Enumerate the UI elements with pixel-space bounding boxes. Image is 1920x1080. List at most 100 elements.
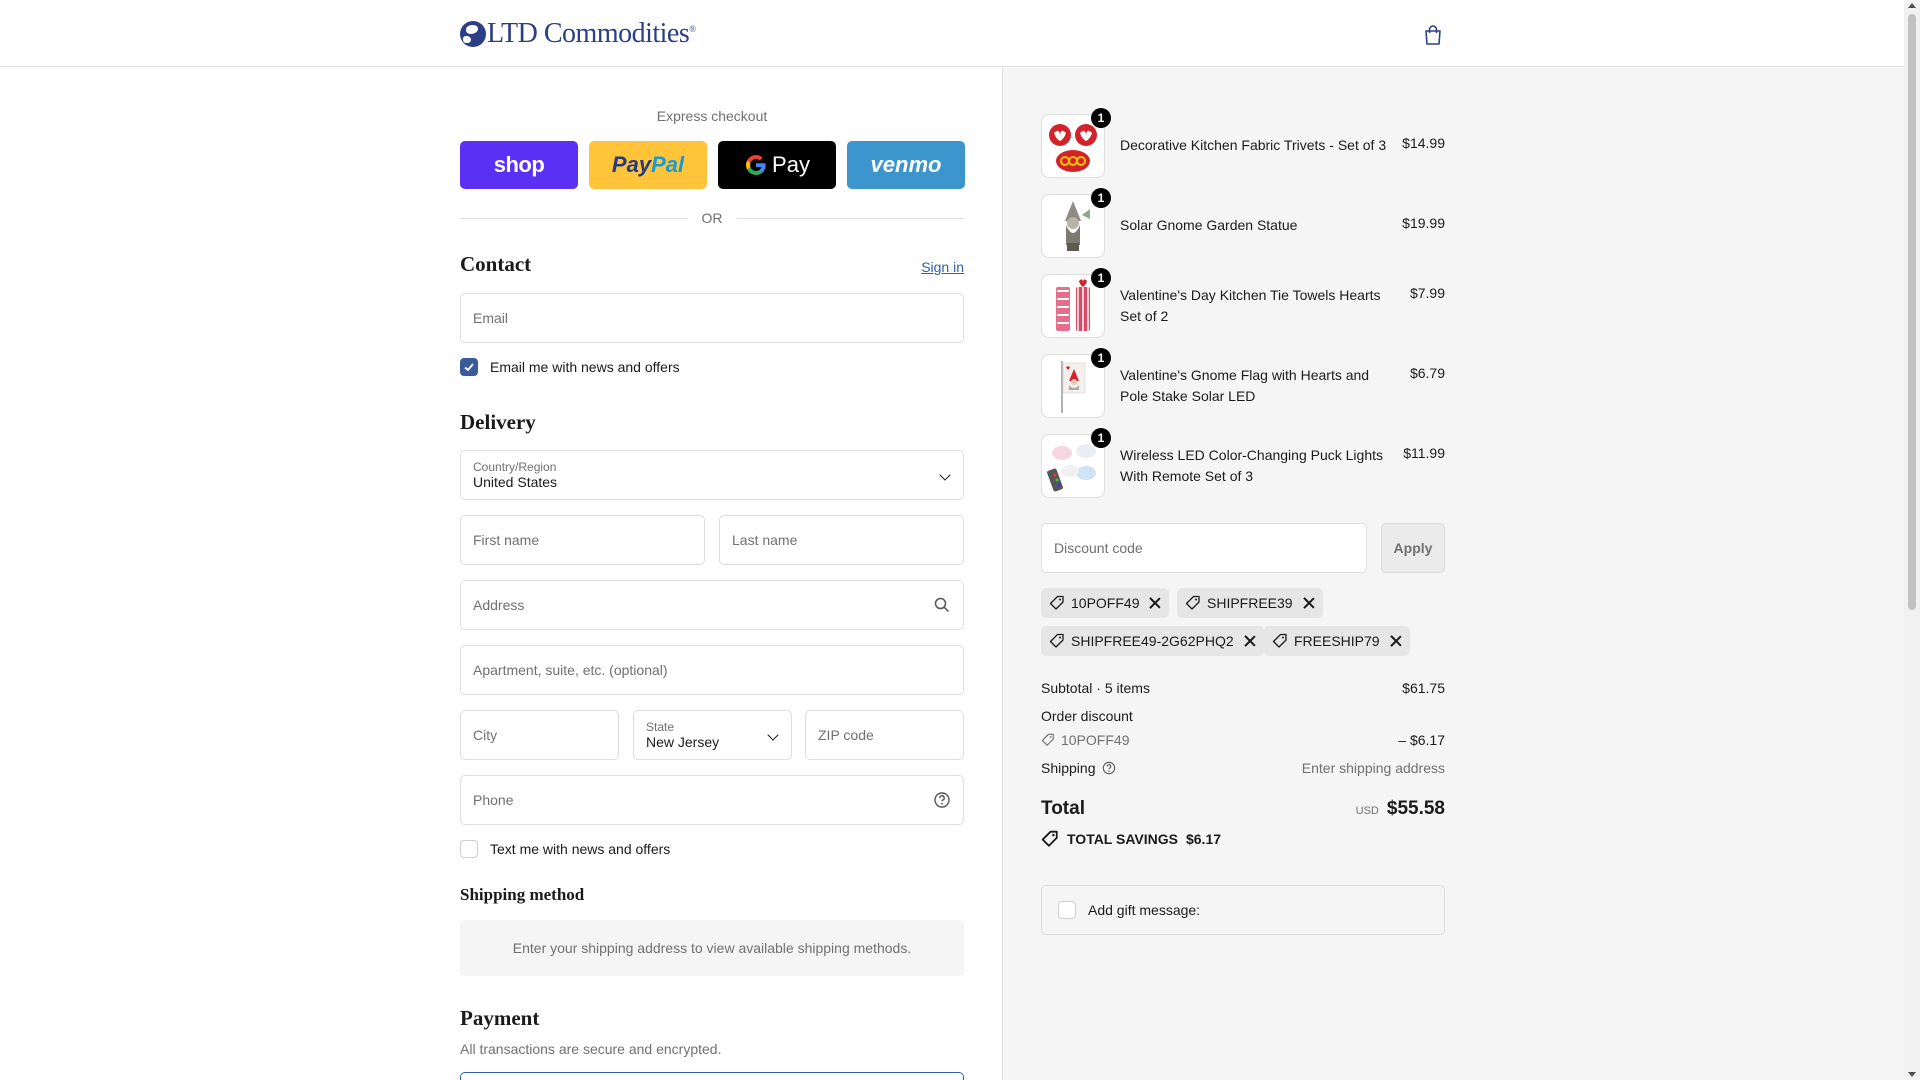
page-scrollbar[interactable] — [1904, 0, 1920, 1080]
text-news-checkbox[interactable] — [460, 840, 478, 858]
brand-logo[interactable]: LTD Commodities ® — [460, 18, 696, 50]
city-field[interactable]: City — [460, 710, 619, 760]
apartment-field[interactable]: Apartment, suite, etc. (optional) — [460, 645, 964, 695]
shopping-bag-icon[interactable] — [1422, 24, 1444, 46]
venmo-button[interactable]: venmo — [847, 141, 965, 189]
contact-title: Contact — [460, 252, 532, 276]
remove-discount-icon[interactable] — [1390, 635, 1402, 647]
state-label: State — [646, 720, 675, 734]
subtotal-label: Subtotal · 5 items — [1041, 680, 1150, 696]
discount-code-label: 10POFF49 — [1071, 595, 1140, 611]
subtotal-row: Subtotal · 5 items $61.75 — [1041, 680, 1445, 696]
divider-line — [736, 217, 964, 219]
tag-icon — [1185, 595, 1200, 610]
email-news-label: Email me with news and offers — [490, 359, 680, 375]
tag-icon — [1041, 830, 1058, 847]
product-thumbnail: 1 — [1041, 428, 1111, 498]
paypal-button[interactable]: Pay Pal — [589, 141, 707, 189]
item-price: $19.99 — [1402, 215, 1445, 231]
state-select[interactable]: State New Jersey — [633, 710, 792, 760]
discount-chip: 10POFF49 — [1041, 588, 1170, 618]
savings-label: TOTAL SAVINGS — [1067, 831, 1178, 847]
order-discount-label: Order discount — [1041, 708, 1133, 724]
last-name-field[interactable]: Last name — [719, 515, 964, 565]
remove-discount-icon[interactable] — [1303, 597, 1315, 609]
phone-placeholder: Phone — [473, 792, 514, 808]
checkmark-icon — [464, 363, 474, 372]
divider-line — [460, 217, 688, 219]
item-name: Valentine's Day Kitchen Tie Towels Heart… — [1120, 287, 1381, 324]
item-name: Decorative Kitchen Fabric Trivets - Set … — [1120, 137, 1387, 153]
address-placeholder: Address — [473, 597, 525, 613]
globe-icon — [460, 21, 486, 47]
quantity-badge: 1 — [1091, 428, 1111, 448]
payment-title: Payment — [460, 1006, 540, 1030]
shipping-label: Shipping — [1041, 760, 1096, 776]
total-row: Total USD $55.58 — [1041, 798, 1445, 824]
gift-message-checkbox[interactable] — [1058, 901, 1076, 919]
order-discount-row: Order discount — [1041, 708, 1445, 724]
discount-chip: SHIPFREE39 — [1177, 588, 1323, 618]
quantity-badge: 1 — [1091, 348, 1111, 368]
total-amount: USD $55.58 — [1356, 798, 1445, 820]
discount-code-label: SHIPFREE49-2G62PHQ2 — [1071, 633, 1234, 649]
payment-method-box[interactable] — [460, 1072, 964, 1080]
remove-discount-icon[interactable] — [1244, 635, 1256, 647]
state-value: New Jersey — [646, 734, 720, 750]
total-value: $55.58 — [1386, 798, 1445, 819]
phone-field[interactable]: Phone — [460, 775, 964, 825]
applied-discount-row: 10POFF49 – $6.17 — [1041, 732, 1445, 748]
quantity-badge: 1 — [1091, 108, 1111, 128]
apply-discount-button[interactable]: Apply — [1381, 523, 1445, 573]
scroll-down-arrow-icon[interactable] — [1908, 1072, 1916, 1077]
scroll-up-arrow-icon[interactable] — [1908, 3, 1916, 8]
remove-discount-icon[interactable] — [1149, 597, 1161, 609]
item-name: Wireless LED Color-Changing Puck Lights … — [1120, 447, 1383, 484]
site-header: LTD Commodities ® — [0, 0, 1904, 67]
applied-discount-code: 10POFF49 — [1061, 732, 1130, 748]
email-news-option[interactable]: Email me with news and offers — [460, 358, 680, 376]
gift-message-label: Add gift message: — [1088, 902, 1201, 918]
country-value: United States — [473, 474, 558, 490]
country-select[interactable]: Country/Region United States — [460, 450, 964, 500]
product-thumbnail: 1 — [1041, 268, 1111, 338]
item-name: Valentine's Gnome Flag with Hearts and P… — [1120, 367, 1370, 404]
sign-in-link[interactable]: Sign in — [921, 259, 964, 275]
text-news-option[interactable]: Text me with news and offers — [460, 840, 670, 858]
shipping-method-title: Shipping method — [460, 885, 585, 904]
email-field[interactable]: Email — [460, 293, 964, 343]
scrollbar-thumb[interactable] — [1908, 14, 1916, 610]
discount-code-label: FREESHIP79 — [1294, 633, 1380, 649]
tag-icon — [1049, 633, 1064, 648]
discount-chip: FREESHIP79 — [1264, 626, 1410, 656]
help-icon[interactable] — [933, 791, 951, 809]
first-name-field[interactable]: First name — [460, 515, 705, 565]
product-thumbnail: 1 — [1041, 348, 1111, 418]
express-checkout-title: Express checkout — [656, 108, 768, 124]
email-news-checkbox[interactable] — [460, 358, 478, 376]
chevron-down-icon — [939, 469, 951, 481]
country-label: Country/Region — [473, 460, 557, 474]
gift-message-option[interactable]: Add gift message: — [1041, 885, 1445, 935]
delivery-title: Delivery — [460, 410, 536, 434]
registered-mark: ® — [689, 24, 696, 34]
total-savings: TOTAL SAVINGS $6.17 — [1041, 830, 1221, 848]
google-g-icon — [746, 155, 766, 175]
address-field[interactable]: Address — [460, 580, 964, 630]
shop-pay-button[interactable]: shop — [460, 141, 578, 189]
savings-value: $6.17 — [1185, 831, 1222, 847]
zip-field[interactable]: ZIP code — [805, 710, 964, 760]
discount-value: – $6.17 — [1398, 732, 1445, 748]
quantity-badge: 1 — [1091, 188, 1111, 208]
google-pay-button[interactable]: Pay — [718, 141, 836, 189]
help-icon[interactable] — [1102, 761, 1116, 775]
shipping-method-message: Enter your shipping address to view avai… — [460, 920, 964, 976]
item-price: $14.99 — [1402, 135, 1445, 151]
discount-code-label: SHIPFREE39 — [1207, 595, 1293, 611]
text-news-label: Text me with news and offers — [490, 841, 671, 857]
shipping-row: Shipping Enter shipping address — [1041, 760, 1445, 776]
item-name: Solar Gnome Garden Statue — [1120, 217, 1298, 233]
or-divider: OR — [460, 208, 964, 228]
discount-code-field[interactable]: Discount code — [1041, 523, 1367, 573]
currency-label: USD — [1355, 805, 1379, 817]
